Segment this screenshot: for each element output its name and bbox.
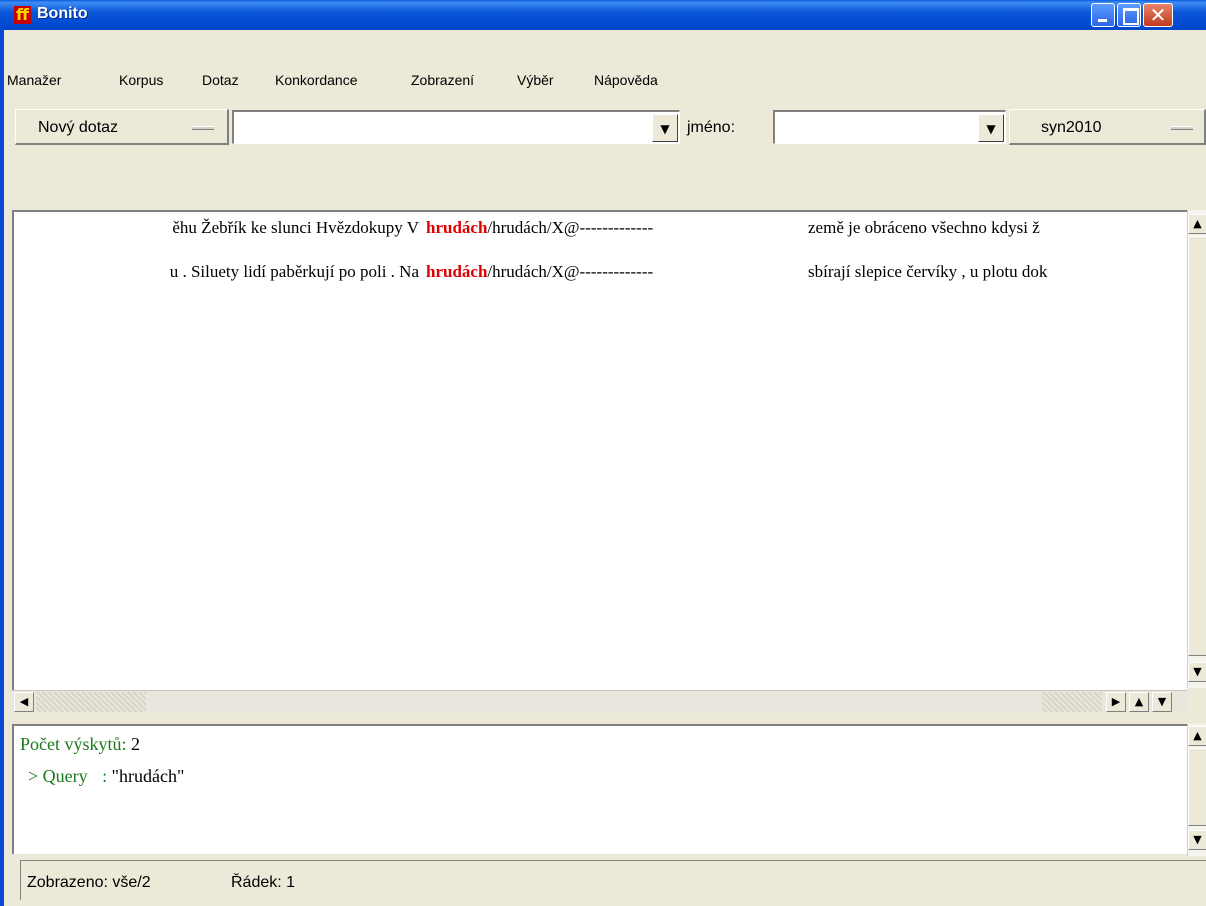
kwic-attributes: /hrudách/X@------------- (487, 262, 654, 281)
scroll-down-icon[interactable]: ▼ (1188, 830, 1206, 850)
info-vscrollbar[interactable]: ▲ ▼ (1187, 724, 1206, 856)
kwic: hrudách/hrudách/X@------------- (426, 262, 653, 282)
query-dropdown-arrow-icon[interactable]: ▼ (652, 114, 678, 142)
scroll-up-icon[interactable]: ▲ (1129, 692, 1149, 712)
menu-konkordance[interactable]: Konkordance (275, 72, 358, 88)
query-line: > Query : "hrudách" (28, 766, 184, 787)
minimize-button[interactable] (1091, 3, 1115, 27)
window-title: Bonito (37, 5, 88, 22)
kwic-attributes: /hrudách/X@------------- (487, 218, 654, 237)
kwic: hrudách/hrudách/X@------------- (426, 218, 653, 238)
scroll-down-icon[interactable]: ▼ (1152, 692, 1172, 712)
window-left-border (0, 0, 4, 906)
scroll-thumb[interactable] (36, 692, 146, 712)
hit-count-line: Počet výskytů: 2 (20, 734, 140, 755)
hit-count-value: 2 (131, 734, 140, 754)
query-value: "hrudách" (111, 766, 185, 786)
menu-vyber[interactable]: Výběr (517, 72, 554, 88)
menu-dash-icon (1171, 126, 1193, 130)
keyword: hrudách (426, 262, 488, 281)
menu-dash-icon (192, 126, 214, 130)
status-bar: Zobrazeno: vše/2 Řádek: 1 (20, 860, 1206, 900)
info-pane[interactable]: Počet výskytů: 2 > Query : "hrudách" (12, 724, 1187, 854)
concordance-hscrollbar[interactable]: ◀ ▶ ▲ ▼ (12, 690, 1187, 712)
maximize-button[interactable] (1117, 3, 1141, 27)
status-shown: Zobrazeno: vše/2 (27, 874, 151, 891)
query-separator: : (102, 766, 108, 786)
query-label: > Query (28, 766, 88, 786)
new-query-label: Nový dotaz (38, 119, 119, 136)
left-context: u . Siluety lidí paběrkují po poli . Na (169, 262, 419, 281)
close-icon: ✕ (1149, 3, 1167, 27)
scroll-up-icon[interactable]: ▲ (1188, 214, 1206, 234)
menu-korpus[interactable]: Korpus (119, 72, 163, 88)
menu-napoveda[interactable]: Nápověda (594, 72, 658, 88)
status-row: Řádek: 1 (231, 874, 296, 891)
left-context: ěhu Žebřík ke slunci Hvězdokupy V (172, 218, 419, 237)
scroll-right-icon[interactable]: ▶ (1106, 692, 1126, 712)
right-context: země je obráceno všechno kdysi ž (808, 218, 1040, 237)
scroll-left-icon[interactable]: ◀ (14, 692, 34, 712)
scroll-track (1042, 692, 1102, 712)
new-query-button[interactable]: Nový dotaz (15, 109, 229, 145)
corpus-button[interactable]: syn2010 (1009, 109, 1206, 145)
scroll-thumb[interactable] (1188, 748, 1206, 826)
title-bar[interactable]: ff Bonito ✕ (0, 0, 1206, 30)
scroll-thumb[interactable] (1188, 236, 1206, 656)
concordance-vscrollbar[interactable]: ▲ ▼ (1187, 210, 1206, 688)
concordance-row[interactable]: ěhu Žebřík ke slunci Hvězdokupy V hrudác… (14, 218, 1187, 244)
name-label: jméno: (687, 119, 736, 136)
menu-zobrazeni[interactable]: Zobrazení (411, 72, 474, 88)
scroll-up-icon[interactable]: ▲ (1188, 726, 1206, 746)
scroll-down-icon[interactable]: ▼ (1188, 662, 1206, 682)
concordance-row[interactable]: u . Siluety lidí paběrkují po poli . Na … (14, 262, 1187, 288)
name-dropdown-arrow-icon[interactable]: ▼ (978, 114, 1004, 142)
menu-dotaz[interactable]: Dotaz (202, 72, 239, 88)
query-combo[interactable]: ▼ (232, 110, 680, 144)
corpus-label: syn2010 (1041, 119, 1102, 136)
concordance-list[interactable]: ěhu Žebřík ke slunci Hvězdokupy V hrudác… (12, 210, 1187, 690)
close-button[interactable]: ✕ (1143, 3, 1173, 27)
hit-count-label: Počet výskytů: (20, 734, 127, 754)
name-combo[interactable]: ▼ (773, 110, 1006, 144)
right-context: sbírají slepice červíky , u plotu dok (808, 262, 1048, 281)
menu-manazer[interactable]: Manažer (7, 72, 61, 88)
keyword: hrudách (426, 218, 488, 237)
app-icon: ff (14, 6, 31, 24)
